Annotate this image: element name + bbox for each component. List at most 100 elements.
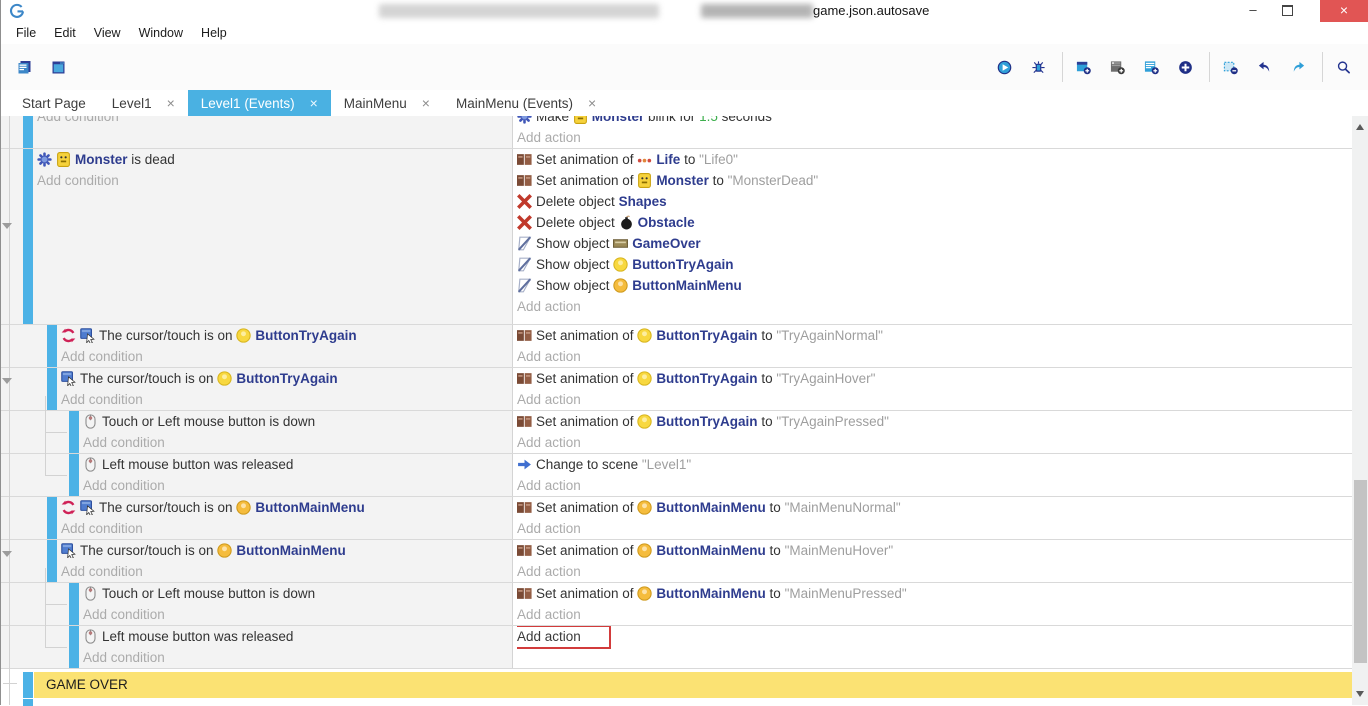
actions-cell[interactable]: Set animation of ButtonTryAgain to "TryA…: [517, 368, 1350, 410]
scene-editor-button[interactable]: [43, 51, 77, 83]
close-tab-icon[interactable]: ×: [588, 96, 596, 110]
action-line[interactable]: Change to scene "Level1": [517, 454, 1350, 475]
actions-cell[interactable]: Add action: [517, 626, 1350, 668]
deselect-button[interactable]: [1215, 51, 1249, 83]
close-tab-icon[interactable]: ×: [167, 96, 175, 110]
actions-cell[interactable]: Set animation of ButtonMainMenu to "Main…: [517, 540, 1350, 582]
action-line[interactable]: Set animation of ButtonTryAgain to "TryA…: [517, 325, 1350, 346]
actions-cell[interactable]: Set animation of ButtonMainMenu to "Main…: [517, 583, 1350, 625]
play-button[interactable]: [989, 51, 1023, 83]
add-condition-button[interactable]: Add condition: [61, 389, 512, 410]
actions-cell[interactable]: Set animation of ButtonTryAgain to "TryA…: [517, 325, 1350, 367]
event-drag-bar[interactable]: [69, 583, 79, 625]
add-action-button[interactable]: Add action: [517, 561, 1350, 582]
scroll-up-icon[interactable]: [1356, 124, 1364, 130]
condition-line[interactable]: Left mouse button was released: [83, 454, 512, 475]
add-external-layout-button[interactable]: [1136, 51, 1170, 83]
action-line[interactable]: Make Monster blink for 1.5 seconds: [517, 116, 1350, 127]
menu-item-file[interactable]: File: [7, 22, 45, 44]
tab-level1[interactable]: Level1×: [99, 90, 188, 116]
tab-start-page[interactable]: Start Page: [9, 90, 99, 116]
add-condition-button[interactable]: Add condition: [83, 475, 512, 496]
add-action-button[interactable]: Add action: [517, 475, 1350, 496]
add-action-button[interactable]: Add action: [517, 518, 1350, 539]
scroll-down-icon[interactable]: [1356, 691, 1364, 697]
event-drag-bar[interactable]: [47, 540, 57, 582]
action-line[interactable]: Set animation of ButtonMainMenu to "Main…: [517, 583, 1350, 604]
maximize-button[interactable]: [1272, 0, 1302, 22]
conditions-cell[interactable]: The cursor/touch is on ButtonTryAgainAdd…: [61, 368, 512, 410]
action-line[interactable]: Set animation of ButtonMainMenu to "Main…: [517, 540, 1350, 561]
add-action-button[interactable]: Add action: [517, 296, 1350, 317]
highlighted-add-action[interactable]: Add action: [517, 626, 611, 649]
add-action-button[interactable]: Add action: [517, 127, 1350, 148]
menu-item-window[interactable]: Window: [130, 22, 192, 44]
condition-line[interactable]: Touch or Left mouse button is down: [83, 411, 512, 432]
action-line[interactable]: Delete object Obstacle: [517, 212, 1350, 233]
add-object-button[interactable]: [1170, 51, 1204, 83]
menu-item-edit[interactable]: Edit: [45, 22, 85, 44]
minimize-button[interactable]: –: [1238, 0, 1268, 22]
event-drag-bar[interactable]: [23, 149, 33, 324]
event-drag-bar[interactable]: [23, 672, 33, 698]
actions-cell[interactable]: Set animation of ButtonTryAgain to "TryA…: [517, 411, 1350, 453]
conditions-cell[interactable]: Add condition: [37, 116, 512, 148]
event-drag-bar[interactable]: [47, 325, 57, 367]
vertical-scrollbar[interactable]: [1352, 116, 1368, 705]
action-line[interactable]: Delete object Shapes: [517, 191, 1350, 212]
comment-event[interactable]: GAME OVER: [1, 672, 1352, 698]
event-drag-bar[interactable]: [69, 411, 79, 453]
action-line[interactable]: Show object GameOver: [517, 233, 1350, 254]
conditions-cell[interactable]: Monster is deadAdd condition: [37, 149, 512, 324]
conditions-cell[interactable]: Left mouse button was releasedAdd condit…: [83, 454, 512, 496]
condition-line[interactable]: The cursor/touch is on ButtonTryAgain: [61, 325, 512, 346]
add-condition-button[interactable]: Add condition: [61, 518, 512, 539]
actions-cell[interactable]: Set animation of ButtonMainMenu to "Main…: [517, 497, 1350, 539]
tab-level1-events[interactable]: Level1 (Events)×: [188, 90, 331, 116]
conditions-cell[interactable]: The cursor/touch is on ButtonMainMenuAdd…: [61, 497, 512, 539]
condition-line[interactable]: Touch or Left mouse button is down: [83, 583, 512, 604]
add-external-events-button[interactable]: [1102, 51, 1136, 83]
conditions-cell[interactable]: Touch or Left mouse button is downAdd co…: [83, 583, 512, 625]
add-condition-button[interactable]: Add condition: [37, 170, 512, 191]
action-line[interactable]: Show object ButtonTryAgain: [517, 254, 1350, 275]
tab-mainmenu-events[interactable]: MainMenu (Events)×: [443, 90, 609, 116]
comment-text[interactable]: GAME OVER: [34, 672, 1352, 698]
add-action-button[interactable]: Add action: [517, 389, 1350, 410]
condition-line[interactable]: The cursor/touch is on ButtonTryAgain: [61, 368, 512, 389]
add-condition-button[interactable]: Add condition: [61, 561, 512, 582]
search-button[interactable]: [1328, 51, 1362, 83]
event-drag-bar[interactable]: [47, 368, 57, 410]
add-condition-button[interactable]: Add condition: [37, 116, 512, 127]
debug-button[interactable]: [1023, 51, 1057, 83]
add-condition-button[interactable]: Add condition: [83, 432, 512, 453]
action-line[interactable]: Set animation of ButtonTryAgain to "TryA…: [517, 368, 1350, 389]
scrollbar-thumb[interactable]: [1354, 480, 1367, 663]
action-line[interactable]: Set animation of ButtonTryAgain to "TryA…: [517, 411, 1350, 432]
conditions-cell[interactable]: Touch or Left mouse button is downAdd co…: [83, 411, 512, 453]
actions-cell[interactable]: Make Monster blink for 1.5 secondsAdd ac…: [517, 116, 1350, 148]
add-scene-button[interactable]: [1068, 51, 1102, 83]
action-line[interactable]: Set animation of Monster to "MonsterDead…: [517, 170, 1350, 191]
event-drag-bar[interactable]: [69, 454, 79, 496]
add-condition-button[interactable]: Add condition: [83, 604, 512, 625]
conditions-cell[interactable]: Left mouse button was releasedAdd condit…: [83, 626, 512, 668]
menu-item-view[interactable]: View: [85, 22, 130, 44]
close-tab-icon[interactable]: ×: [310, 96, 318, 110]
actions-cell[interactable]: Change to scene "Level1"Add action: [517, 454, 1350, 496]
conditions-cell[interactable]: The cursor/touch is on ButtonMainMenuAdd…: [61, 540, 512, 582]
add-action-button[interactable]: Add action: [517, 604, 1350, 625]
undo-button[interactable]: [1249, 51, 1283, 83]
close-button[interactable]: ×: [1320, 0, 1368, 22]
project-manager-button[interactable]: [9, 51, 43, 83]
conditions-cell[interactable]: The cursor/touch is on ButtonTryAgainAdd…: [61, 325, 512, 367]
condition-line[interactable]: The cursor/touch is on ButtonMainMenu: [61, 497, 512, 518]
add-condition-button[interactable]: Add condition: [61, 346, 512, 367]
action-line[interactable]: Set animation of ButtonMainMenu to "Main…: [517, 497, 1350, 518]
add-action-button[interactable]: Add action: [517, 346, 1350, 367]
add-action-button[interactable]: Add action: [517, 432, 1350, 453]
condition-line[interactable]: The cursor/touch is on ButtonMainMenu: [61, 540, 512, 561]
close-tab-icon[interactable]: ×: [422, 96, 430, 110]
tab-mainmenu[interactable]: MainMenu×: [331, 90, 443, 116]
event-drag-bar[interactable]: [23, 116, 33, 148]
